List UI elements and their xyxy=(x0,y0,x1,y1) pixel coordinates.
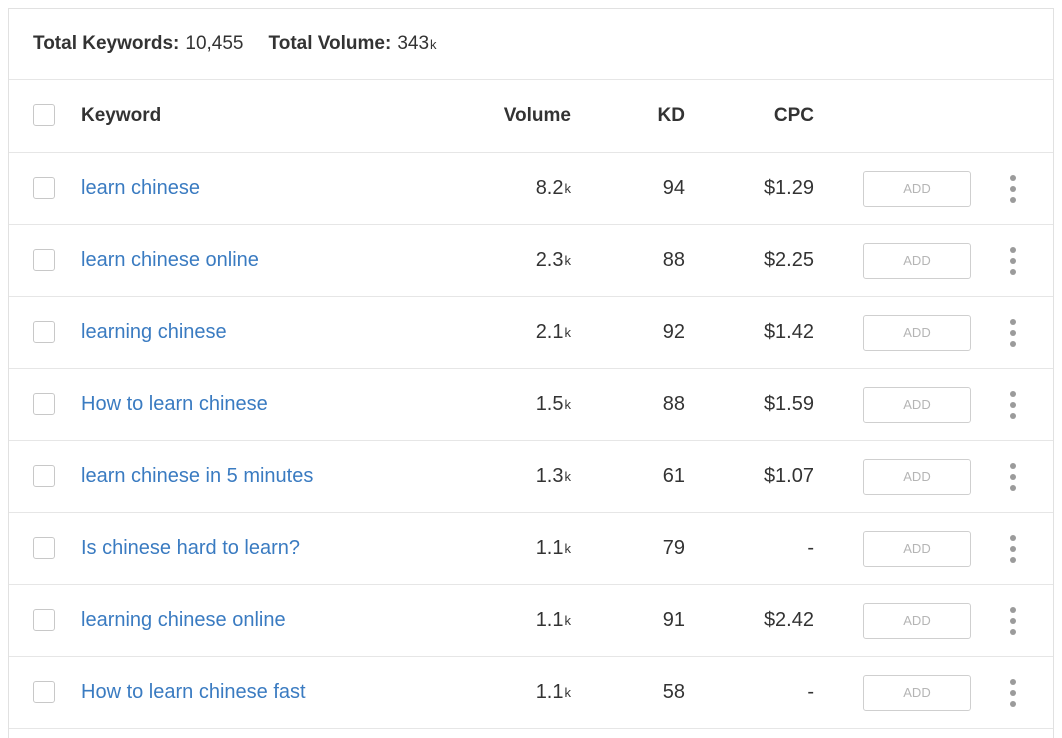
row-checkbox[interactable] xyxy=(33,464,55,487)
volume-value: 2.1 k xyxy=(536,297,571,368)
column-header-keyword[interactable]: Keyword xyxy=(81,80,161,152)
cpc-value: $1.07 xyxy=(763,465,814,487)
column-header-volume[interactable]: Volume xyxy=(504,80,571,152)
row-checkbox[interactable] xyxy=(33,248,55,271)
keyword-link[interactable]: learning chinese xyxy=(81,297,227,368)
table-row: learn chinese 8.2 k 94 $1.29 ADD xyxy=(9,153,1053,225)
volume-number: 8.2 xyxy=(535,177,564,199)
table-row: learning chinese 2.1 k 92 $1.42 ADD xyxy=(9,297,1053,369)
kd-value: 61 xyxy=(662,465,685,487)
volume-number: 2.1 xyxy=(535,321,564,343)
volume-number: 1.3 xyxy=(535,465,564,487)
volume-unit: k xyxy=(564,685,572,700)
keyword-link[interactable]: learning chinese online xyxy=(81,585,286,656)
volume-unit: k xyxy=(564,325,572,340)
more-vertical-icon[interactable] xyxy=(1005,318,1021,347)
volume-unit: k xyxy=(564,469,572,484)
table-row: Is chinese hard to learn? 1.1 k 79 - ADD xyxy=(9,513,1053,585)
add-button[interactable]: ADD xyxy=(863,530,971,567)
volume-value: 1.3 k xyxy=(536,441,571,512)
kd-value: 92 xyxy=(662,321,685,343)
keyword-link[interactable]: Is chinese hard to learn? xyxy=(81,513,300,584)
volume-unit: k xyxy=(564,613,572,628)
table-row: How to learn chinese 1.5 k 88 $1.59 ADD xyxy=(9,369,1053,441)
table-body: learn chinese 8.2 k 94 $1.29 ADD learn chinese… xyxy=(9,153,1053,729)
row-checkbox[interactable] xyxy=(33,680,55,703)
volume-value: 2.3 k xyxy=(536,225,571,296)
summary-bar: Total Keywords: 10,455 Total Volume: 343… xyxy=(9,9,1053,80)
add-button[interactable]: ADD xyxy=(863,674,971,711)
volume-value: 1.1 k xyxy=(536,513,571,584)
volume-unit: k xyxy=(564,253,572,268)
row-checkbox[interactable] xyxy=(33,320,55,343)
keyword-link[interactable]: learn chinese xyxy=(81,153,200,224)
table-row: learning chinese online 1.1 k 91 $2.42 ADD xyxy=(9,585,1053,657)
more-vertical-icon[interactable] xyxy=(1005,606,1021,635)
keyword-link[interactable]: learn chinese in 5 minutes xyxy=(81,441,313,512)
more-vertical-icon[interactable] xyxy=(1005,246,1021,275)
add-button[interactable]: ADD xyxy=(863,458,971,495)
total-volume-number: 343 xyxy=(397,33,430,54)
keywords-panel: Total Keywords: 10,455 Total Volume: 343… xyxy=(8,8,1054,738)
volume-value: 1.5 k xyxy=(536,369,571,440)
cpc-value: $2.42 xyxy=(763,609,814,631)
cpc-value: - xyxy=(807,537,814,559)
add-button[interactable]: ADD xyxy=(863,386,971,423)
keyword-link[interactable]: learn chinese online xyxy=(81,225,259,296)
kd-value: 94 xyxy=(662,177,685,199)
volume-unit: k xyxy=(564,541,572,556)
table-row: learn chinese in 5 minutes 1.3 k 61 $1.07 ADD xyxy=(9,441,1053,513)
total-keywords-label: Total Keywords: xyxy=(33,33,180,54)
add-button[interactable]: ADD xyxy=(863,602,971,639)
volume-number: 1.5 xyxy=(535,393,564,415)
add-button[interactable]: ADD xyxy=(863,170,971,207)
volume-value: 1.1 k xyxy=(536,657,571,728)
column-header-cpc[interactable]: CPC xyxy=(774,80,814,152)
total-volume-unit: k xyxy=(430,37,437,52)
table-row: learn chinese online 2.3 k 88 $2.25 ADD xyxy=(9,225,1053,297)
more-vertical-icon[interactable] xyxy=(1005,534,1021,563)
cpc-value: $2.25 xyxy=(763,249,814,271)
row-checkbox[interactable] xyxy=(33,536,55,559)
cpc-value: $1.42 xyxy=(763,321,814,343)
add-button[interactable]: ADD xyxy=(863,314,971,351)
table-row: How to learn chinese fast 1.1 k 58 - ADD xyxy=(9,657,1053,729)
kd-value: 79 xyxy=(662,537,685,559)
volume-number: 1.1 xyxy=(535,681,564,703)
row-checkbox[interactable] xyxy=(33,176,55,199)
select-all-checkbox[interactable] xyxy=(33,104,55,126)
more-vertical-icon[interactable] xyxy=(1005,678,1021,707)
volume-unit: k xyxy=(564,181,572,196)
total-keywords-value: 10,455 xyxy=(185,33,244,54)
column-header-kd[interactable]: KD xyxy=(658,80,685,152)
more-vertical-icon[interactable] xyxy=(1005,174,1021,203)
volume-number: 1.1 xyxy=(535,609,564,631)
total-volume-label: Total Volume: xyxy=(268,33,392,54)
cpc-value: $1.59 xyxy=(763,393,814,415)
more-vertical-icon[interactable] xyxy=(1005,390,1021,419)
kd-value: 88 xyxy=(662,393,685,415)
keyword-link[interactable]: How to learn chinese xyxy=(81,369,268,440)
volume-number: 1.1 xyxy=(535,537,564,559)
keyword-link[interactable]: How to learn chinese fast xyxy=(81,657,306,728)
volume-value: 1.1 k xyxy=(536,585,571,656)
row-checkbox[interactable] xyxy=(33,392,55,415)
volume-unit: k xyxy=(564,397,572,412)
cpc-value: - xyxy=(807,681,814,703)
kd-value: 91 xyxy=(662,609,685,631)
more-vertical-icon[interactable] xyxy=(1005,462,1021,491)
volume-number: 2.3 xyxy=(535,249,564,271)
volume-value: 8.2 k xyxy=(536,153,571,224)
row-checkbox[interactable] xyxy=(33,608,55,631)
table-header: Keyword Volume KD CPC xyxy=(9,80,1053,153)
add-button[interactable]: ADD xyxy=(863,242,971,279)
kd-value: 88 xyxy=(662,249,685,271)
cpc-value: $1.29 xyxy=(763,177,814,199)
kd-value: 58 xyxy=(662,681,685,703)
total-volume-value: 343k xyxy=(397,33,436,55)
